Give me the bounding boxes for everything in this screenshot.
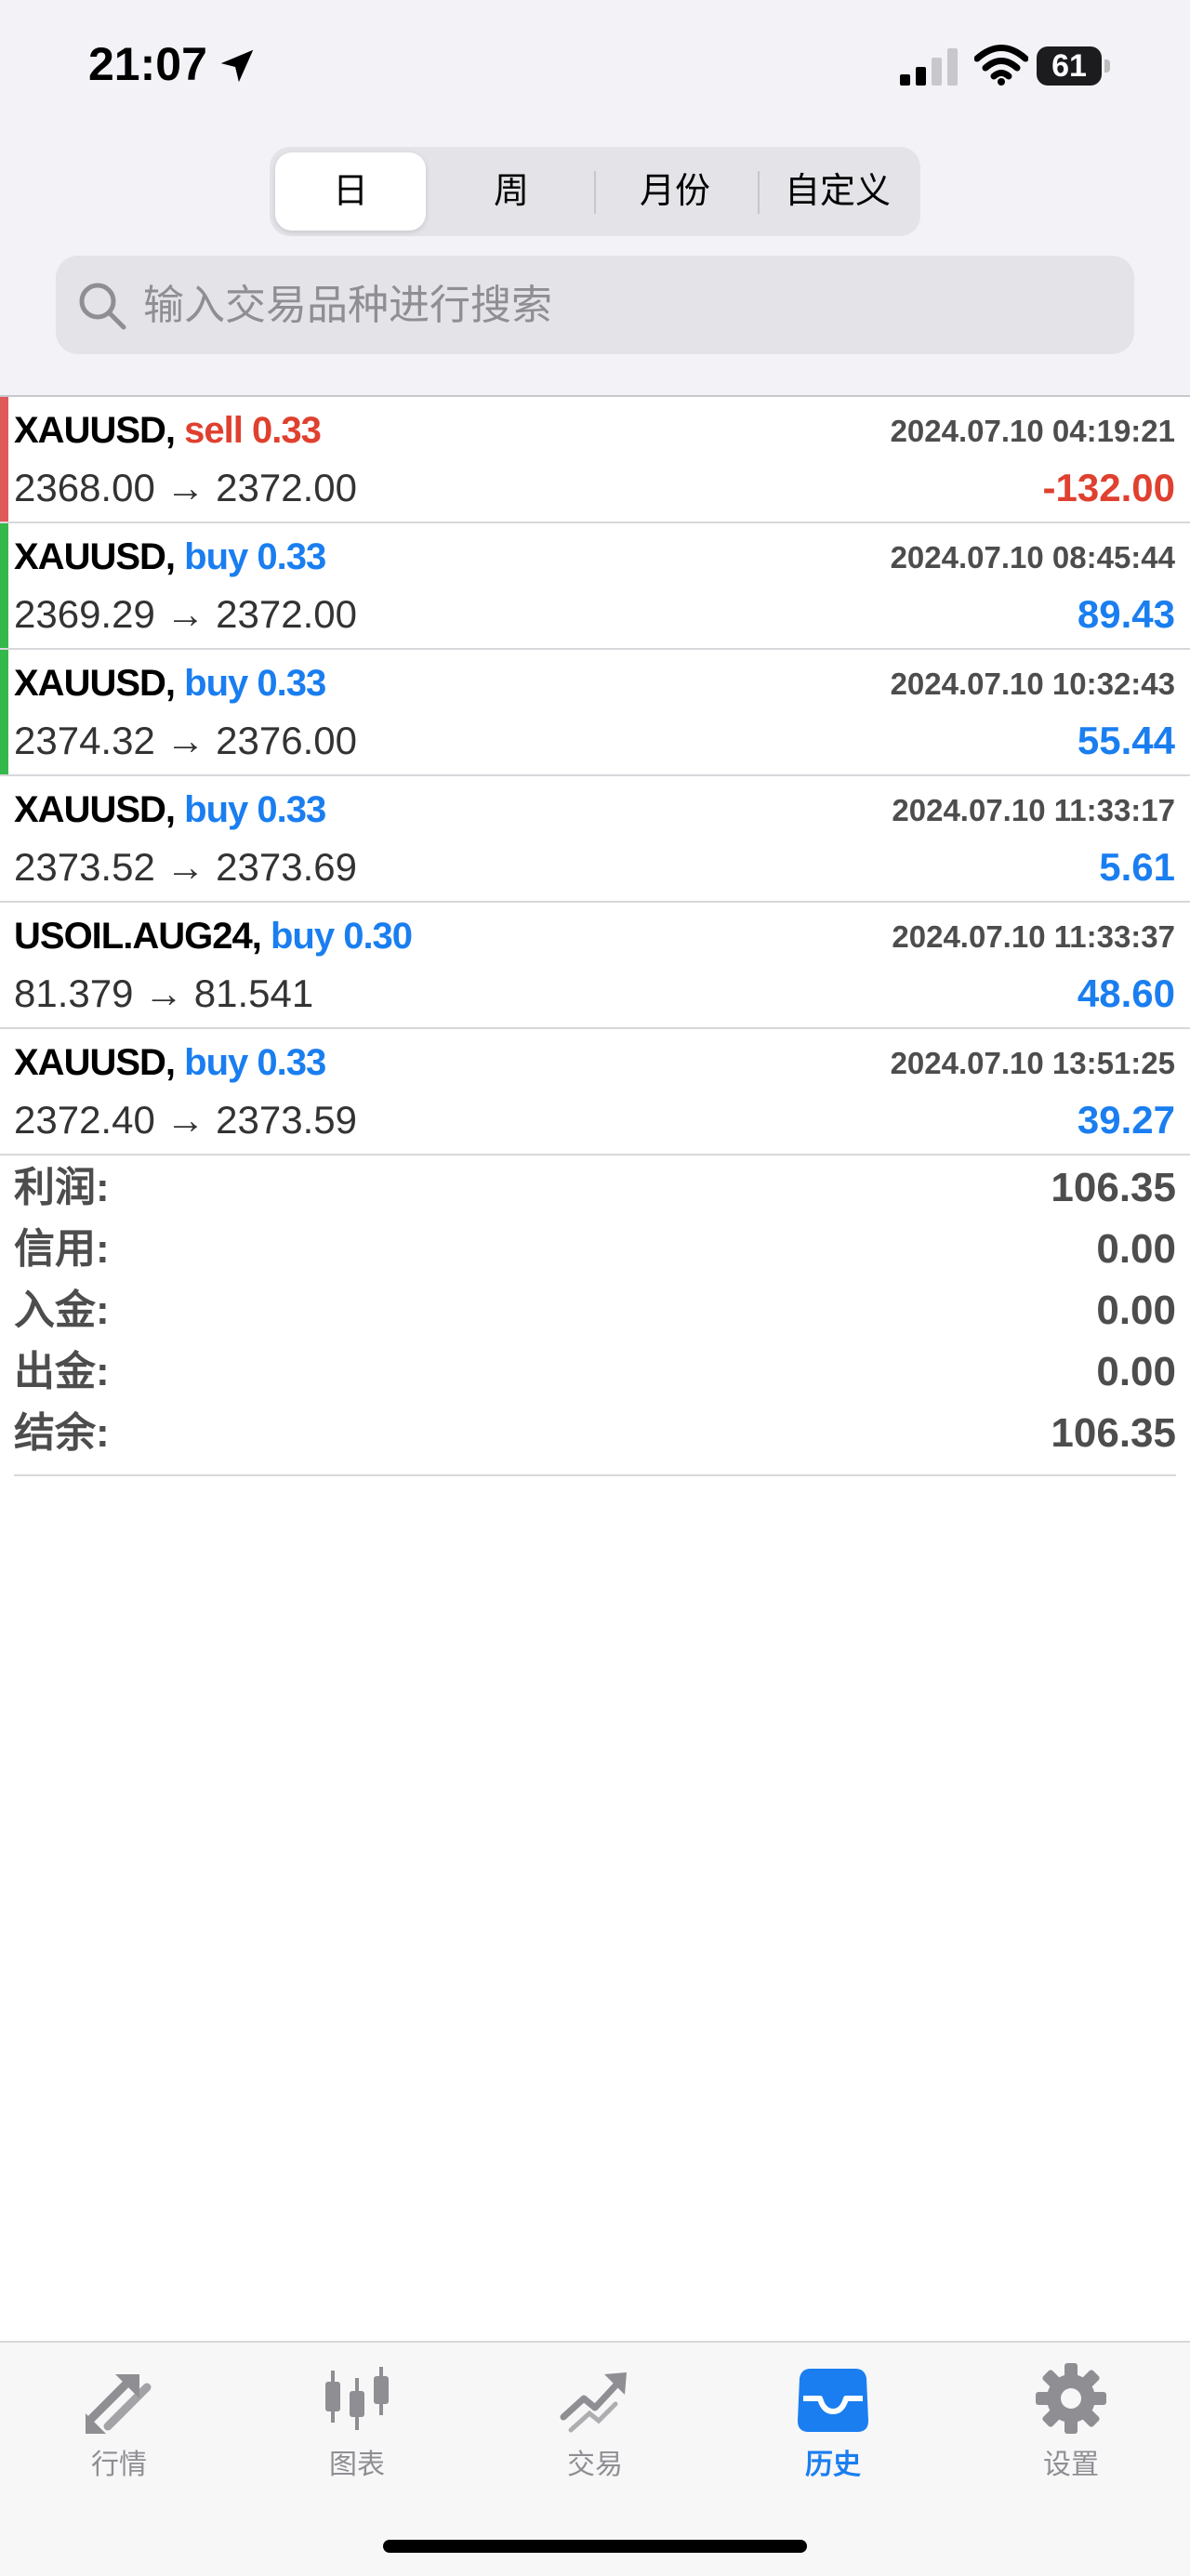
trade-row[interactable]: XAUUSD, sell 0.33 2024.07.10 04:19:21 23… — [0, 397, 1190, 523]
trade-prices: 2372.40 → 2373.59 — [14, 1098, 357, 1142]
tab-settings[interactable]: 设置 — [952, 2343, 1190, 2491]
summary-row-balance: 结余: 106.35 — [14, 1402, 1176, 1463]
symbol-search-input[interactable]: 输入交易品种进行搜索 — [56, 256, 1134, 354]
bottom-tab-bar: 行情 图表 交易 历史 设置 — [0, 2341, 1190, 2576]
status-time: 21:07 — [88, 38, 207, 90]
trade-type: sell 0.33 — [184, 410, 322, 451]
trade-profit: 5.61 — [1099, 845, 1175, 889]
summary-value: 0.00 — [1096, 1288, 1176, 1333]
trade-prices: 2374.32 → 2376.00 — [14, 719, 357, 762]
trade-trend-icon — [560, 2372, 627, 2433]
trade-type: buy 0.30 — [270, 916, 413, 957]
trade-prices: 2369.29 → 2372.00 — [14, 592, 357, 636]
history-inbox-icon — [798, 2369, 868, 2432]
tab-trade[interactable]: 交易 — [476, 2343, 714, 2491]
trade-prices: 2373.52 → 2373.69 — [14, 845, 357, 889]
trade-row[interactable]: XAUUSD, buy 0.33 2024.07.10 08:45:44 236… — [0, 523, 1190, 650]
summary-label: 入金: — [14, 1288, 110, 1333]
trade-row[interactable]: XAUUSD, buy 0.33 2024.07.10 11:33:17 237… — [0, 776, 1190, 903]
trade-symbol: XAUUSD, — [14, 663, 176, 704]
summary-value: 0.00 — [1096, 1226, 1176, 1272]
status-bar: 21:07 61 — [0, 0, 1190, 139]
tab-history[interactable]: 历史 — [714, 2343, 952, 2491]
tab-label: 图表 — [329, 2450, 385, 2480]
quotes-arrows-icon — [86, 2374, 152, 2434]
segment-month[interactable]: 月份 — [597, 152, 753, 231]
summary-row-deposit: 入金: 0.00 — [14, 1279, 1176, 1341]
trade-profit: -132.00 — [1042, 466, 1175, 509]
summary-value: 0.00 — [1096, 1349, 1176, 1394]
tab-quotes[interactable]: 行情 — [0, 2343, 238, 2491]
tab-label: 交易 — [567, 2450, 623, 2480]
summary-label: 出金: — [14, 1349, 110, 1394]
tab-label: 历史 — [805, 2450, 861, 2480]
trade-symbol: XAUUSD, — [14, 789, 176, 830]
trade-type: buy 0.33 — [184, 789, 326, 830]
trade-row[interactable]: XAUUSD, buy 0.33 2024.07.10 13:51:25 237… — [0, 1029, 1190, 1156]
summary-row-profit: 利润: 106.35 — [14, 1156, 1176, 1218]
candlestick-chart-icon — [325, 2367, 389, 2430]
wifi-icon — [974, 45, 1028, 86]
segment-custom[interactable]: 自定义 — [760, 152, 915, 231]
trade-date: 2024.07.10 08:45:44 — [890, 540, 1175, 575]
search-placeholder: 输入交易品种进行搜索 — [143, 283, 552, 328]
trade-history-list: XAUUSD, sell 0.33 2024.07.10 04:19:21 23… — [0, 397, 1190, 1156]
trade-profit: 55.44 — [1077, 719, 1175, 762]
summary-row-credit: 信用: 0.00 — [14, 1218, 1176, 1279]
summary-label: 利润: — [14, 1165, 110, 1210]
trade-date: 2024.07.10 11:33:17 — [892, 793, 1175, 827]
trade-row[interactable]: USOIL.AUG24, buy 0.30 2024.07.10 11:33:3… — [0, 903, 1190, 1029]
segment-day[interactable]: 日 — [275, 152, 426, 231]
summary-value: 106.35 — [1051, 1410, 1176, 1456]
trade-date: 2024.07.10 10:32:43 — [890, 667, 1175, 701]
home-indicator — [383, 2540, 807, 2553]
profit-indicator-bar — [0, 523, 8, 648]
history-header: 日 周 月份 自定义 输入交易品种进行搜索 — [0, 139, 1190, 397]
search-icon — [79, 283, 126, 330]
trade-profit: 48.60 — [1077, 971, 1175, 1015]
profit-indicator-bar — [0, 650, 8, 774]
tab-label: 设置 — [1043, 2450, 1099, 2480]
trade-prices: 81.379 → 81.541 — [14, 971, 314, 1015]
trade-symbol: USOIL.AUG24, — [14, 916, 262, 957]
cellular-signal-icon — [900, 48, 958, 86]
loss-indicator-bar — [0, 397, 8, 522]
trade-date: 2024.07.10 13:51:25 — [890, 1046, 1175, 1080]
settings-gear-icon — [1036, 2363, 1106, 2434]
trade-symbol: XAUUSD, — [14, 1042, 176, 1083]
segment-divider — [758, 171, 760, 214]
trade-row[interactable]: XAUUSD, buy 0.33 2024.07.10 10:32:43 237… — [0, 650, 1190, 776]
account-summary: 利润: 106.35 信用: 0.00 入金: 0.00 出金: 0.00 结余… — [14, 1156, 1176, 1476]
tab-label: 行情 — [91, 2450, 147, 2480]
tab-charts[interactable]: 图表 — [238, 2343, 476, 2491]
summary-value: 106.35 — [1051, 1165, 1176, 1210]
trade-symbol: XAUUSD, — [14, 410, 176, 451]
battery-level: 61 — [1051, 48, 1087, 84]
summary-row-withdrawal: 出金: 0.00 — [14, 1341, 1176, 1402]
summary-label: 结余: — [14, 1410, 110, 1456]
segment-week[interactable]: 周 — [435, 152, 588, 231]
location-arrow-icon — [220, 49, 254, 83]
trade-profit: 39.27 — [1077, 1098, 1175, 1142]
summary-label: 信用: — [14, 1226, 110, 1272]
trade-date: 2024.07.10 04:19:21 — [890, 414, 1175, 448]
trade-type: buy 0.33 — [184, 536, 326, 577]
trade-date: 2024.07.10 11:33:37 — [892, 919, 1175, 954]
period-segmented-control: 日 周 月份 自定义 — [270, 147, 920, 236]
trade-prices: 2368.00 → 2372.00 — [14, 466, 357, 509]
trade-type: buy 0.33 — [184, 1042, 326, 1083]
battery-icon: 61 — [1037, 46, 1111, 87]
trade-type: buy 0.33 — [184, 663, 326, 704]
trade-profit: 89.43 — [1077, 592, 1175, 636]
trade-symbol: XAUUSD, — [14, 536, 176, 577]
segment-divider — [594, 171, 596, 214]
